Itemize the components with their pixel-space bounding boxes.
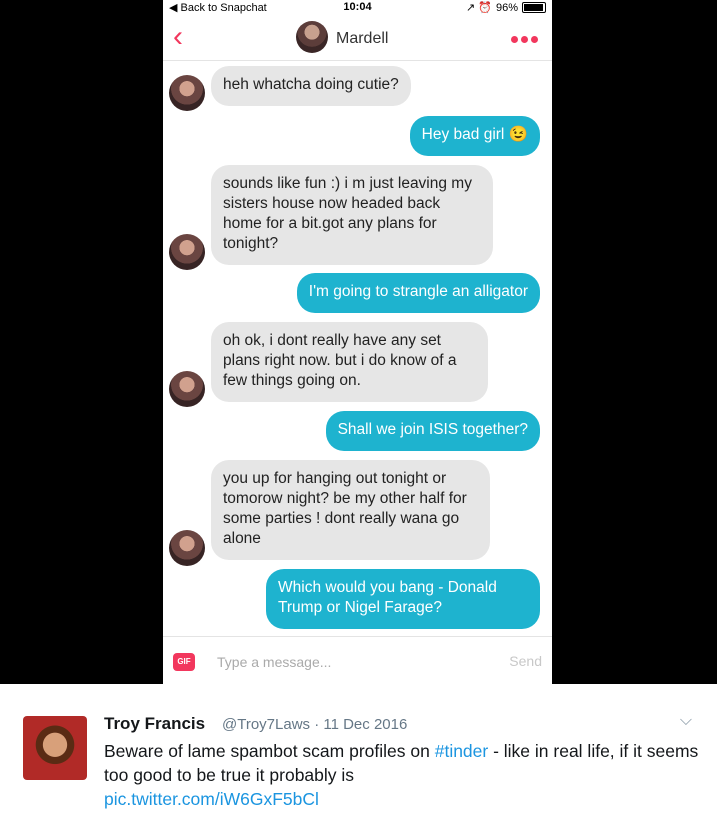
chat-header: ‹ Mardell [163, 16, 552, 61]
message-incoming: heh whatcha doing cutie? [211, 66, 411, 106]
location-alarm-icons: ↗ ⏰ [465, 2, 492, 14]
tweet-text: Beware of lame spambot scam profiles on … [104, 739, 704, 811]
match-avatar[interactable] [296, 21, 328, 53]
message-input[interactable] [217, 651, 487, 673]
message-incoming: oh ok, i dont really have any set plans … [211, 322, 488, 402]
status-bar: ◀ Back to Snapchat 10:04 ↗ ⏰ 96% [163, 0, 552, 16]
message-incoming: sounds like fun :) i m just leaving my s… [211, 165, 493, 265]
message-incoming: you up for hanging out tonight or tomoro… [211, 460, 490, 560]
tweet-date[interactable]: · 11 Dec 2016 [314, 716, 407, 733]
author-meta: @Troy7Laws · 11 Dec 2016 [222, 716, 407, 733]
message-outgoing: Shall we join ISIS together? [325, 411, 540, 451]
gif-button[interactable]: GIF [173, 653, 195, 671]
battery-percent: 96% [495, 1, 518, 14]
tweet-card: Troy Francis @Troy7Laws · 11 Dec 2016 ⌵ … [0, 684, 717, 839]
author-avatar[interactable] [23, 716, 87, 780]
send-button[interactable]: Send [509, 653, 542, 669]
message-outgoing: Hey bad girl 😉 [409, 116, 540, 156]
tweet-text-start: Beware of lame spambot scam profiles on [104, 741, 435, 761]
author-name[interactable]: Troy Francis [104, 714, 205, 734]
sender-avatar[interactable] [169, 530, 205, 566]
battery-icon [522, 2, 546, 13]
message-composer: GIF Send [163, 636, 552, 684]
message-outgoing: Which would you bang - Donald Trump or N… [266, 569, 540, 629]
chevron-down-icon[interactable]: ⌵ [680, 712, 692, 730]
hashtag-link[interactable]: #tinder [435, 741, 489, 761]
more-options-icon[interactable] [511, 36, 538, 43]
back-chevron-icon[interactable]: ‹ [173, 22, 183, 52]
author-handle[interactable]: @Troy7Laws [222, 716, 310, 733]
match-name[interactable]: Mardell [336, 30, 388, 48]
sender-avatar[interactable] [169, 75, 205, 111]
phone-screen: ◀ Back to Snapchat 10:04 ↗ ⏰ 96% ‹ Marde… [163, 0, 552, 684]
message-list: heh whatcha doing cutie? Hey bad girl 😉 … [163, 61, 552, 634]
status-right: ↗ ⏰ 96% [466, 1, 546, 14]
sender-avatar[interactable] [169, 371, 205, 407]
message-outgoing: I'm going to strangle an alligator [296, 273, 540, 313]
sender-avatar[interactable] [169, 234, 205, 270]
media-link[interactable]: pic.twitter.com/iW6GxF5bCl [104, 789, 319, 809]
